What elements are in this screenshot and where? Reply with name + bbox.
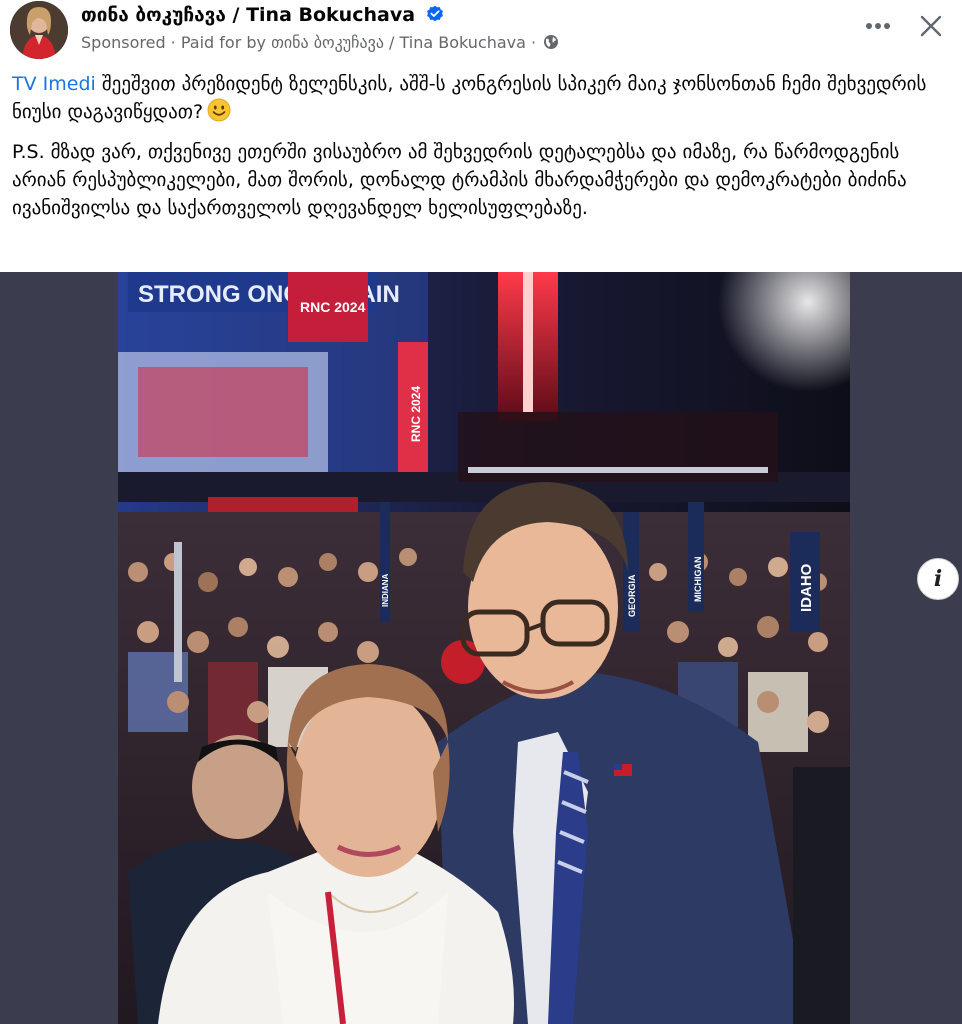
author-avatar[interactable] <box>10 1 68 59</box>
sign-idaho: IDAHO <box>798 563 815 612</box>
post-paragraph-2: P.S. მზად ვარ, თქვენივე ეთერში ვისაუბრო … <box>12 141 907 219</box>
post-meta: Sponsored · Paid for by თინა ბოკუჩავა / … <box>81 33 559 52</box>
meta-separator-2: · <box>525 33 542 52</box>
meta-separator: · <box>165 33 181 52</box>
rnc-logo-text: RNC 2024 <box>300 299 366 315</box>
globe-icon <box>543 34 559 50</box>
close-button[interactable] <box>912 8 950 44</box>
author-name-text[interactable]: თინა ბოკუჩავა / Tina Bokuchava <box>81 4 415 26</box>
sign-indiana: INDIANA <box>381 573 390 607</box>
post-media[interactable]: STRONG ONCE AGAIN RNC 2024 RNC 2024 IDAH… <box>0 272 962 1024</box>
info-icon: i <box>933 566 943 592</box>
rnc-vertical-text: RNC 2024 <box>409 386 423 442</box>
more-options-icon <box>866 23 890 29</box>
paid-for-label: Paid for by თინა ბოკუჩავა / Tina Bokucha… <box>180 33 526 52</box>
page-mention-link[interactable]: TV Imedi <box>12 73 96 95</box>
sign-michigan: MICHIGAN <box>693 557 703 603</box>
ad-info-button[interactable]: i <box>917 558 959 600</box>
smiling-face-emoji-icon <box>207 98 231 122</box>
verified-badge-icon <box>426 5 444 23</box>
post-photo[interactable]: STRONG ONCE AGAIN RNC 2024 RNC 2024 IDAH… <box>118 272 850 1024</box>
close-icon <box>920 15 942 37</box>
post-message: TV Imedi შეეშვით პრეზიდენტ ზელენსკის, აშ… <box>12 70 950 234</box>
sponsored-label[interactable]: Sponsored <box>81 33 166 52</box>
post-paragraph-1: TV Imedi შეეშვით პრეზიდენტ ზელენსკის, აშ… <box>12 70 950 126</box>
sign-georgia: GEORGIA <box>627 574 637 617</box>
author-name[interactable]: თინა ბოკუჩავა / Tina Bokuchava <box>81 4 444 26</box>
post-header: თინა ბოკუჩავა / Tina Bokuchava Sponsored… <box>0 0 962 64</box>
more-options-button[interactable] <box>858 10 898 42</box>
post-paragraph-1-text: შეეშვით პრეზიდენტ ზელენსკის, აშშ-ს კონგრ… <box>12 73 927 123</box>
